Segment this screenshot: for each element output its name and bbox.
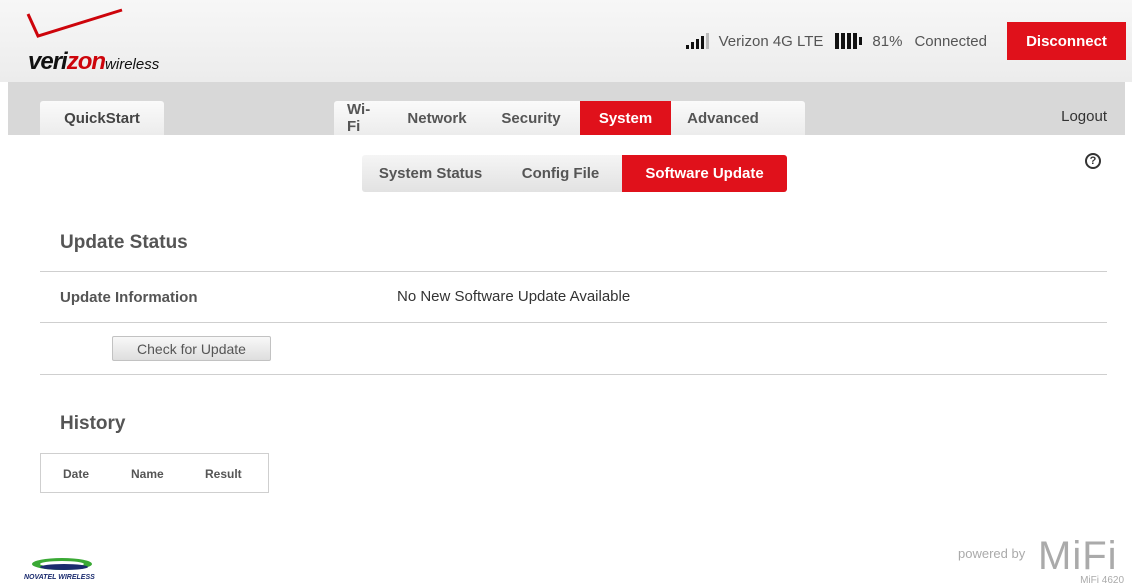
powered-by-text: powered by xyxy=(958,546,1026,561)
tab-system[interactable]: System xyxy=(580,101,671,135)
disconnect-button[interactable]: Disconnect xyxy=(1007,22,1126,60)
update-status-title: Update Status xyxy=(60,232,188,253)
main-tabs: Wi-Fi Network Security System Advanced xyxy=(334,101,805,135)
status-area: Verizon 4G LTE 81% Connected Disconnect xyxy=(685,22,1132,60)
history-col-result: Result xyxy=(205,467,242,481)
carrier-name: Verizon 4G LTE xyxy=(718,32,824,50)
history-col-date: Date xyxy=(63,467,90,481)
header-bar: verizonwireless Verizon 4G LTE 81% Conne… xyxy=(0,0,1132,82)
tab-advanced[interactable]: Advanced xyxy=(671,101,775,135)
sub-tabs: System Status Config File Software Updat… xyxy=(362,155,787,192)
novatel-swoosh-icon xyxy=(32,558,92,570)
verizon-logo: verizonwireless xyxy=(22,8,212,78)
divider xyxy=(40,322,1107,323)
mifi-logo: MiFi xyxy=(1038,534,1118,578)
logo-wordmark: verizonwireless xyxy=(28,48,160,75)
divider xyxy=(40,271,1107,272)
tab-network[interactable]: Network xyxy=(392,101,482,135)
battery-percent: 81% xyxy=(872,32,903,50)
novatel-logo: NOVATEL WIRELESS xyxy=(24,550,114,584)
battery-icon xyxy=(835,33,863,49)
signal-strength-icon xyxy=(685,33,709,49)
tab-wifi[interactable]: Wi-Fi xyxy=(334,101,392,135)
subtab-config-file[interactable]: Config File xyxy=(499,155,622,192)
history-table: Date Name Result xyxy=(40,453,269,493)
verizon-check-icon xyxy=(26,8,123,38)
logout-link[interactable]: Logout xyxy=(1061,108,1107,125)
subtab-system-status[interactable]: System Status xyxy=(362,155,499,192)
help-icon[interactable]: ? xyxy=(1085,153,1101,169)
mifi-model: MiFi 4620 xyxy=(1080,575,1124,586)
subtab-software-update[interactable]: Software Update xyxy=(622,155,787,192)
connection-status: Connected xyxy=(914,32,987,50)
update-info-label: Update Information xyxy=(60,289,198,306)
main-frame: QuickStart Wi-Fi Network Security System… xyxy=(8,82,1125,518)
check-for-update-button[interactable]: Check for Update xyxy=(112,336,271,361)
tab-quickstart[interactable]: QuickStart xyxy=(40,101,164,135)
tab-security[interactable]: Security xyxy=(482,101,580,135)
history-title: History xyxy=(60,413,126,434)
history-col-name: Name xyxy=(131,467,164,481)
update-info-value: No New Software Update Available xyxy=(397,288,631,305)
powered-by-mifi: powered by MiFi MiFi 4620 xyxy=(956,534,1126,586)
content-panel: System Status Config File Software Updat… xyxy=(8,135,1125,518)
divider xyxy=(40,374,1107,375)
